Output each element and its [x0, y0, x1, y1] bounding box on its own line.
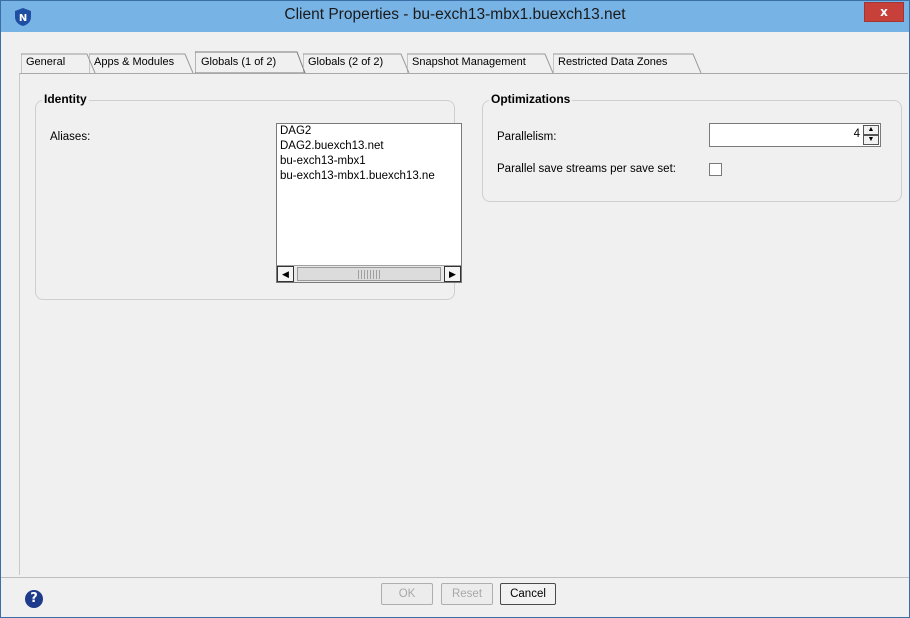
alias-item[interactable]: bu-exch13-mbx1.buexch13.ne — [277, 169, 461, 184]
button-bar: ? OK Reset Cancel — [1, 577, 909, 617]
parallel-save-label: Parallel save streams per save set: — [497, 163, 676, 175]
tab-apps-modules[interactable]: Apps & Modules — [89, 53, 197, 73]
tab-label: Snapshot Management — [412, 56, 526, 68]
help-icon[interactable]: ? — [25, 590, 43, 608]
reset-button[interactable]: Reset — [441, 583, 493, 605]
tab-globals-2[interactable]: Globals (2 of 2) — [303, 53, 411, 73]
aliases-horizontal-scrollbar[interactable]: ◀ ▶ — [277, 265, 461, 282]
optimizations-group-title: Optimizations — [489, 92, 573, 106]
scroll-thumb[interactable] — [297, 267, 441, 281]
tab-snapshot-management[interactable]: Snapshot Management — [407, 53, 555, 73]
dialog-body: General Apps & Modules Globals (1 of 2) … — [1, 32, 909, 617]
scroll-right-icon[interactable]: ▶ — [444, 266, 461, 282]
spinner-buttons: ▲ ▼ — [863, 125, 879, 145]
tab-label: General — [26, 56, 66, 68]
identity-group-title: Identity — [42, 92, 89, 106]
spin-up-icon[interactable]: ▲ — [863, 125, 879, 135]
client-properties-window: N Client Properties - bu-exch13-mbx1.bue… — [0, 0, 910, 618]
window-title: Client Properties - bu-exch13-mbx1.buexc… — [284, 6, 626, 23]
aliases-label: Aliases: — [50, 131, 91, 143]
title-bar[interactable]: N Client Properties - bu-exch13-mbx1.bue… — [1, 1, 909, 32]
parallelism-spinner[interactable]: 4 ▲ ▼ — [709, 123, 881, 147]
tab-label: Globals (2 of 2) — [308, 56, 384, 68]
tab-label: Globals (1 of 2) — [201, 56, 277, 68]
optimizations-group: Optimizations Parallelism: 4 ▲ ▼ Paralle… — [482, 92, 902, 202]
close-button[interactable]: x — [864, 2, 904, 22]
tab-globals-1[interactable]: Globals (1 of 2) — [195, 51, 307, 73]
ok-button[interactable]: OK — [381, 583, 433, 605]
tab-label: Restricted Data Zones — [558, 56, 668, 68]
aliases-listbox[interactable]: DAG2 DAG2.buexch13.net bu-exch13-mbx1 bu… — [276, 123, 462, 283]
cancel-button[interactable]: Cancel — [500, 583, 556, 605]
alias-item[interactable]: bu-exch13-mbx1 — [277, 154, 461, 169]
parallelism-label: Parallelism: — [497, 131, 557, 143]
scroll-left-icon[interactable]: ◀ — [277, 266, 294, 282]
alias-item[interactable]: DAG2.buexch13.net — [277, 139, 461, 154]
grip-icon — [358, 270, 382, 279]
tab-general[interactable]: General — [21, 53, 97, 73]
tab-restricted-data-zones[interactable]: Restricted Data Zones — [553, 53, 703, 73]
tab-label: Apps & Modules — [94, 56, 175, 68]
identity-group: Identity Aliases: DAG2 DAG2.buexch13.net… — [35, 92, 462, 300]
tab-panel-globals-1: Identity Aliases: DAG2 DAG2.buexch13.net… — [19, 73, 908, 575]
spin-down-icon[interactable]: ▼ — [863, 135, 879, 145]
alias-item[interactable]: DAG2 — [277, 124, 461, 139]
parallelism-value[interactable]: 4 — [854, 128, 860, 140]
parallel-save-checkbox[interactable] — [709, 163, 722, 176]
